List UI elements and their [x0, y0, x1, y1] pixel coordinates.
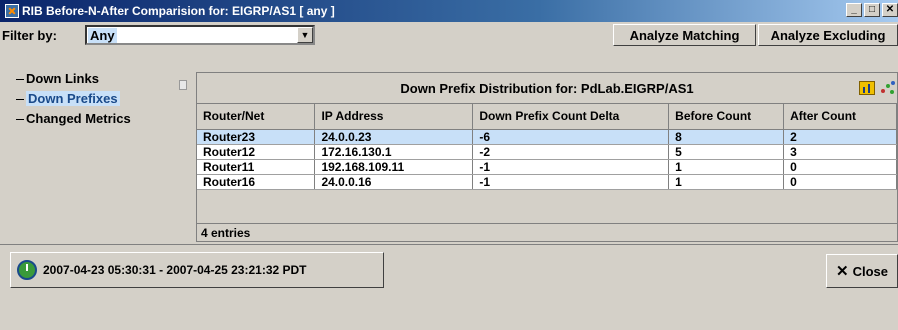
cell-after-count: 0 — [783, 174, 897, 190]
column-header-delta[interactable]: Down Prefix Count Delta — [472, 104, 670, 130]
cell-ip-address: 192.168.109.11 — [314, 159, 474, 175]
cell-before-count: 5 — [668, 144, 785, 160]
cell-ip-address: 24.0.0.23 — [314, 129, 474, 145]
time-range-label: 2007-04-23 05:30:31 - 2007-04-25 23:21:3… — [43, 263, 307, 277]
cell-before-count: 1 — [668, 174, 785, 190]
tree-item-down-links[interactable]: Down Links — [10, 70, 177, 90]
cell-router: Router11 — [197, 159, 316, 175]
filter-value: Any — [88, 27, 117, 43]
filter-select[interactable]: Any ▼ — [85, 25, 315, 45]
filter-label: Filter by: — [2, 27, 57, 43]
table-row[interactable]: Router23 24.0.0.23 -6 8 2 — [197, 129, 897, 145]
table-row[interactable]: Router16 24.0.0.16 -1 1 0 — [197, 174, 897, 190]
bar-chart-icon[interactable] — [859, 81, 875, 95]
cell-before-count: 1 — [668, 159, 785, 175]
analyze-excluding-button[interactable]: Analyze Excluding — [758, 24, 898, 46]
maximize-button[interactable]: □ — [864, 3, 880, 17]
column-header-router[interactable]: Router/Net — [197, 104, 316, 130]
title-bar: RIB Before-N-After Comparision for: EIGR… — [0, 0, 898, 22]
app-icon — [5, 4, 19, 18]
cell-delta: -6 — [472, 129, 670, 145]
entries-count: 4 entries — [197, 223, 897, 241]
tree-item-down-prefixes[interactable]: Down Prefixes — [10, 90, 177, 110]
close-button[interactable]: ✕ Close — [826, 254, 898, 288]
cell-delta: -1 — [472, 174, 670, 190]
analyze-matching-button[interactable]: Analyze Matching — [613, 24, 756, 46]
cell-router: Router16 — [197, 174, 316, 190]
divider — [0, 244, 898, 245]
column-header-before-count[interactable]: Before Count — [668, 104, 785, 130]
cell-ip-address: 172.16.130.1 — [314, 144, 474, 160]
cell-delta: -1 — [472, 159, 670, 175]
cell-after-count: 3 — [783, 144, 897, 160]
chevron-down-icon[interactable]: ▼ — [297, 27, 313, 43]
cell-before-count: 8 — [668, 129, 785, 145]
close-icon: ✕ — [836, 263, 849, 280]
cell-router: Router12 — [197, 144, 316, 160]
category-tree: Down Links Down Prefixes Changed Metrics — [10, 70, 177, 230]
splitter-handle[interactable] — [179, 80, 187, 90]
cell-after-count: 2 — [783, 129, 897, 145]
tree-item-changed-metrics[interactable]: Changed Metrics — [10, 110, 177, 130]
table-row[interactable]: Router12 172.16.130.1 -2 5 3 — [197, 144, 897, 160]
column-header-ip-address[interactable]: IP Address — [314, 104, 474, 130]
results-panel: Down Prefix Distribution for: PdLab.EIGR… — [196, 72, 898, 242]
cell-ip-address: 24.0.0.16 — [314, 174, 474, 190]
time-range-button[interactable]: 2007-04-23 05:30:31 - 2007-04-25 23:21:3… — [10, 252, 384, 288]
cell-delta: -2 — [472, 144, 670, 160]
panel-title: Down Prefix Distribution for: PdLab.EIGR… — [400, 80, 694, 96]
window-title: RIB Before-N-After Comparision for: EIGR… — [22, 4, 335, 18]
prefix-table: Router/Net IP Address Down Prefix Count … — [197, 104, 897, 190]
column-header-after-count[interactable]: After Count — [783, 104, 897, 130]
prefix-table-container: Router/Net IP Address Down Prefix Count … — [197, 103, 897, 221]
splitter[interactable] — [178, 68, 188, 236]
panel-header: Down Prefix Distribution for: PdLab.EIGR… — [197, 73, 897, 103]
cell-after-count: 0 — [783, 159, 897, 175]
cell-router: Router23 — [197, 129, 316, 145]
close-label: Close — [852, 263, 888, 279]
table-row[interactable]: Router11 192.168.109.11 -1 1 0 — [197, 159, 897, 175]
panel-toolbar — [859, 81, 895, 95]
filter-bar: Filter by: Any ▼ Analyze Matching Analyz… — [0, 22, 898, 48]
scatter-plot-icon[interactable] — [881, 81, 895, 95]
close-window-button[interactable]: ✕ — [882, 3, 898, 17]
clock-icon — [17, 260, 37, 280]
minimize-button[interactable]: _ — [846, 3, 862, 17]
window-controls: _ □ ✕ — [846, 3, 898, 17]
